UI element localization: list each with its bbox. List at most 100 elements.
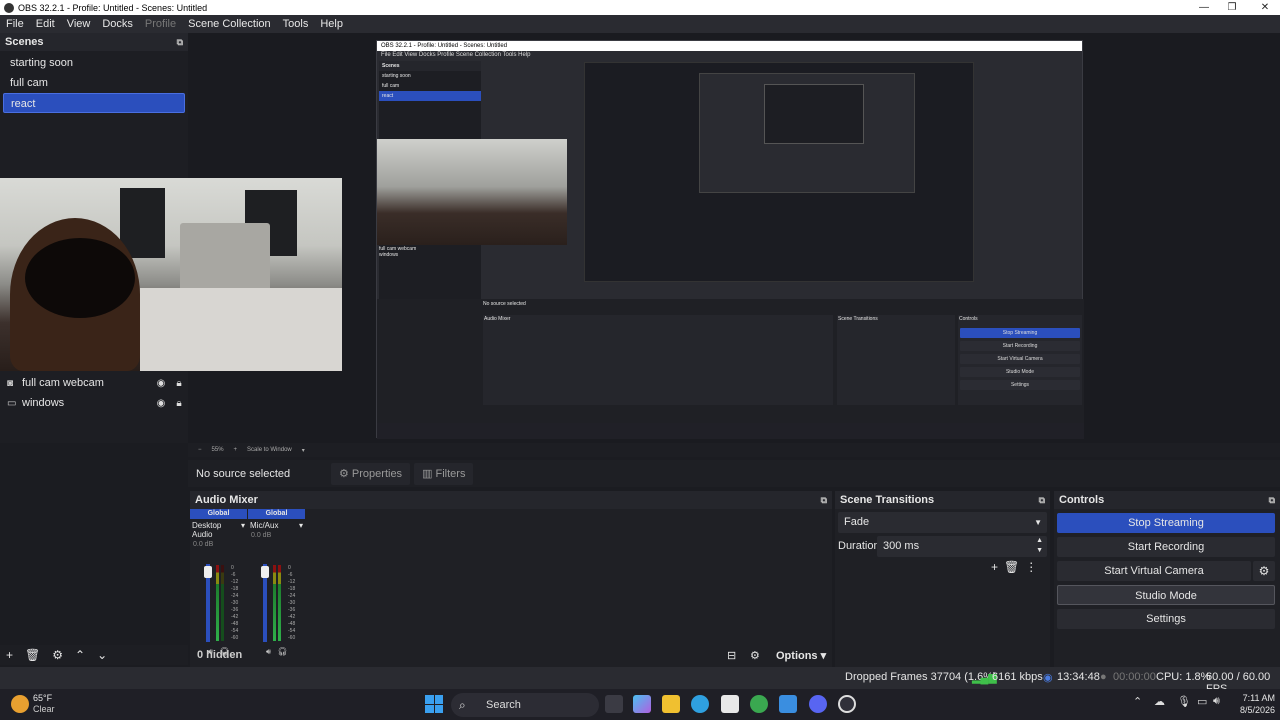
chevron-down-icon[interactable]: ▾ — [299, 521, 303, 530]
dock-float-icon[interactable]: ⧉ — [821, 495, 827, 506]
zoom-out-button[interactable]: − — [198, 447, 202, 453]
dock-float-icon[interactable]: ⧉ — [1269, 495, 1275, 506]
zoom-in-button[interactable]: + — [234, 447, 238, 453]
stop-streaming-button[interactable]: Stop Streaming — [1057, 513, 1275, 533]
move-down-icon[interactable]: ⌄ — [97, 648, 107, 662]
menu-profile[interactable]: Profile — [139, 18, 182, 30]
duration-label: Duration — [838, 540, 880, 552]
maximize-button[interactable]: ❐ — [1217, 0, 1247, 15]
nested-deeper-capture — [764, 84, 864, 144]
channel-tag: Global — [248, 509, 305, 519]
file-explorer-icon[interactable] — [662, 695, 680, 713]
nested-bottom-docks: No source selected Audio Mixer Scene Tra… — [377, 299, 1084, 439]
advanced-audio-icon[interactable]: ⚙ — [750, 649, 760, 662]
window-title: OBS 32.2.1 - Profile: Untitled - Scenes:… — [18, 2, 208, 13]
windows-start-icon[interactable] — [425, 695, 443, 713]
minimize-button[interactable]: — — [1189, 0, 1219, 15]
trash-icon[interactable]: 🗑︎ — [25, 648, 40, 662]
fader-knob[interactable] — [261, 566, 269, 578]
virtual-camera-gear-icon[interactable]: ⚙ — [1253, 561, 1275, 581]
cloud-icon[interactable]: ☁ — [1154, 695, 1165, 708]
scene-item-full-cam[interactable]: full cam — [3, 73, 185, 93]
level-meter — [273, 565, 276, 641]
edge-icon[interactable] — [691, 695, 709, 713]
fader-knob[interactable] — [204, 566, 212, 578]
chevron-down-icon[interactable]: ▾ — [302, 447, 305, 454]
move-up-icon[interactable]: ⌃ — [75, 648, 85, 662]
chevron-up-icon[interactable]: ⌃ — [1133, 695, 1142, 708]
filter-icon: ▥ — [422, 467, 436, 480]
visibility-eye-icon[interactable]: ◉ — [152, 398, 170, 409]
person — [10, 218, 140, 371]
trash-icon[interactable]: 🗑︎ — [1004, 560, 1019, 574]
obs-taskbar-icon[interactable] — [838, 695, 856, 713]
chrome-icon[interactable] — [750, 695, 768, 713]
monitor-icon: ▭ — [7, 397, 17, 409]
lock-icon[interactable]: 🔒︎ — [170, 398, 188, 409]
obs-logo-icon — [4, 2, 14, 13]
studio-mode-button[interactable]: Studio Mode — [1057, 585, 1275, 605]
nested-deep-capture — [699, 73, 915, 193]
photos-icon[interactable] — [779, 695, 797, 713]
weather-moon-icon[interactable] — [11, 695, 29, 713]
nested-sources: full cam webcam windows — [379, 246, 417, 258]
menu-docks[interactable]: Docks — [96, 18, 139, 30]
start-virtual-camera-button[interactable]: Start Virtual Camera — [1057, 561, 1251, 581]
channel-name: Mic/Aux — [250, 521, 279, 530]
network-icon[interactable]: ▭ — [1197, 695, 1207, 708]
source-item-webcam[interactable]: ◙ full cam webcam ◉ 🔒︎ — [0, 373, 188, 393]
audio-mixer-title: Audio Mixer ⧉ — [190, 491, 832, 509]
lock-icon[interactable]: 🔒︎ — [170, 378, 188, 389]
menu-tools[interactable]: Tools — [277, 18, 315, 30]
audio-mixer-dock: Audio Mixer ⧉ Global Desktop Audio ▾ 0.0 … — [190, 491, 832, 667]
dock-float-icon[interactable]: ⧉ — [1039, 495, 1045, 506]
source-item-windows[interactable]: ▭ windows ◉ 🔒︎ — [0, 393, 188, 413]
scale-mode-select[interactable]: Scale to Window — [247, 447, 292, 453]
taskbar-clock[interactable]: 7:11 AM 8/5/2026 — [1233, 692, 1275, 716]
spinner-icon[interactable]: ▲ ▼ — [1036, 536, 1043, 556]
scenes-dock: Scenes ⧉ starting soon full cam react — [0, 33, 188, 180]
gear-icon[interactable]: ⚙ — [52, 648, 63, 662]
scene-transitions-dock: Scene Transitions ⧉ Fade ▼ Duration 300 … — [835, 491, 1050, 667]
volume-icon[interactable]: 🔊︎ — [1213, 695, 1220, 708]
taskbar-search[interactable]: ⌕ Search — [451, 693, 599, 717]
level-meter — [216, 565, 219, 641]
db-scale: 0 -6 -12 -18 -24 -30 -36 -42 -48 -54 -60 — [288, 565, 296, 641]
task-view-icon[interactable] — [605, 695, 623, 713]
record-icon: ● — [1100, 671, 1107, 683]
add-icon[interactable]: + — [6, 648, 13, 662]
gear-icon: ⚙ — [339, 467, 352, 480]
webcam-source[interactable] — [0, 178, 342, 371]
filters-button[interactable]: ▥ Filters — [414, 462, 474, 485]
layout-icon[interactable]: ⊟ — [727, 649, 736, 662]
store-icon[interactable] — [721, 695, 739, 713]
windows-taskbar: 65°F Clear ⌕ Search ⌃ ☁ 🎙︎ ▭ 🔊︎ 7:11 AM … — [0, 689, 1280, 720]
mic-icon[interactable]: 🎙︎ — [1177, 695, 1191, 708]
chevron-down-icon[interactable]: ▾ — [241, 521, 245, 539]
close-button[interactable]: ✕ — [1250, 0, 1280, 15]
channel-tag: Global — [190, 509, 247, 519]
nested-titlebar: OBS 32.2.1 - Profile: Untitled - Scenes:… — [377, 41, 1082, 51]
duration-input[interactable]: 300 ms ▲ ▼ — [877, 536, 1047, 557]
visibility-eye-icon[interactable]: ◉ — [152, 378, 170, 389]
properties-button[interactable]: ⚙ Properties — [331, 462, 411, 485]
transition-select[interactable]: Fade ▼ — [838, 512, 1047, 533]
start-recording-button[interactable]: Start Recording — [1057, 537, 1275, 557]
more-options-icon[interactable]: ⋮ — [1025, 560, 1037, 574]
menu-edit[interactable]: Edit — [30, 18, 61, 30]
menu-help[interactable]: Help — [314, 18, 349, 30]
discord-icon[interactable] — [809, 695, 827, 713]
settings-button[interactable]: Settings — [1057, 609, 1275, 629]
menu-scene-collection[interactable]: Scene Collection — [182, 18, 277, 30]
copilot-icon[interactable] — [633, 695, 651, 713]
add-transition-icon[interactable]: + — [991, 560, 998, 574]
dock-float-icon[interactable]: ⧉ — [177, 37, 183, 48]
nested-display-capture: OBS 32.2.1 - Profile: Untitled - Scenes:… — [376, 40, 1084, 439]
nested-taskbar — [377, 423, 1084, 439]
scene-item-react[interactable]: react — [3, 93, 185, 113]
menu-file[interactable]: File — [0, 18, 30, 30]
menu-view[interactable]: View — [61, 18, 97, 30]
options-button[interactable]: Options ▾ — [776, 649, 826, 662]
level-meter — [278, 565, 281, 641]
scene-item-starting-soon[interactable]: starting soon — [3, 53, 185, 73]
